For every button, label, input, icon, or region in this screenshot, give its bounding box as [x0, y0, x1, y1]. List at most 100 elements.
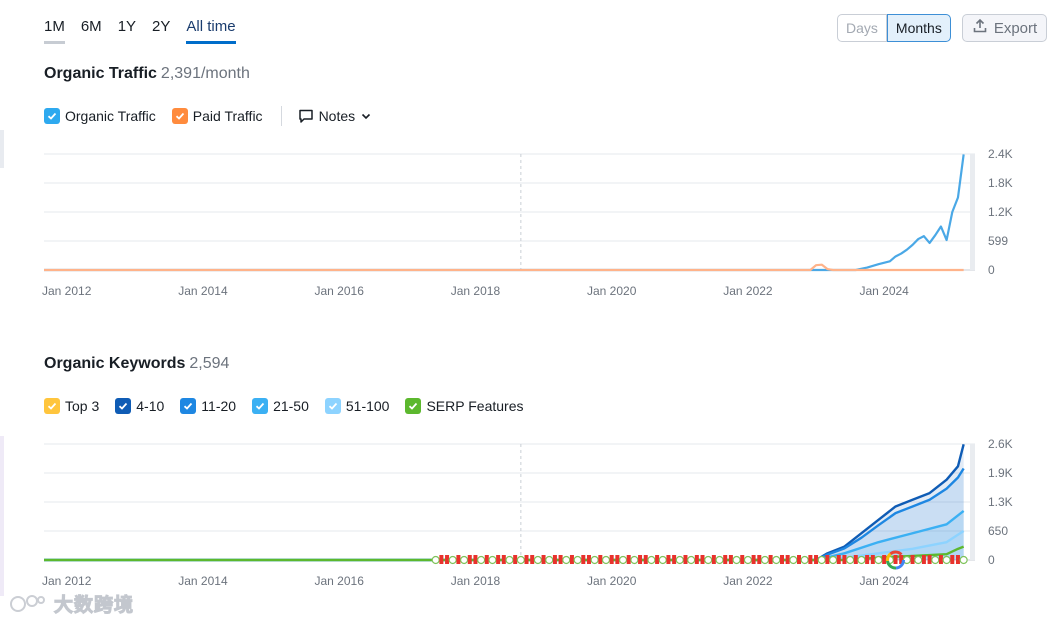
serp-circle-icon: [590, 555, 599, 565]
serp-circle-icon: [658, 555, 667, 565]
traffic-title: Organic Traffic: [44, 65, 157, 82]
serp-flag-icon: [910, 555, 915, 564]
serp-flag-icon: [672, 555, 677, 564]
serp-circle-icon: [959, 555, 968, 565]
current-period-band: [970, 444, 975, 560]
x-tick-label: Jan 2020: [587, 574, 637, 588]
serp-circle-icon: [704, 555, 713, 565]
series-line: [44, 467, 965, 562]
legend-11-20[interactable]: 11-20: [180, 398, 236, 414]
keywords-chart: 0 650 1.3K 1.9K 2.6K Jan 2012 Jan 2014 Jan 2016…: [42, 437, 1013, 588]
keywords-value: 2,594: [189, 355, 230, 372]
serp-flag-icon: [598, 555, 603, 564]
range-6m[interactable]: 6M: [81, 18, 102, 44]
series-area: [44, 468, 964, 560]
time-range-tabs: 1M 6M 1Y 2Y All time: [44, 18, 236, 44]
serp-flag-icon: [865, 555, 870, 564]
serp-flag-icon: [921, 555, 926, 564]
serp-flag-icon: [711, 555, 716, 564]
legend-paid-traffic[interactable]: Paid Traffic: [171, 108, 263, 124]
serp-circle-icon: [743, 555, 753, 565]
serp-circle-icon: [846, 555, 855, 565]
legend-51-100[interactable]: 51-100: [324, 398, 389, 414]
serp-circle-icon: [772, 555, 781, 565]
legend-11-20-label: 11-20: [201, 398, 237, 414]
x-tick-label: Jan 2020: [587, 284, 637, 298]
x-tick-label: Jan 2016: [314, 574, 364, 588]
checkbox-checked-icon: [252, 398, 269, 414]
checkbox-checked-icon: [171, 108, 188, 124]
serp-circle-icon: [488, 555, 497, 565]
export-button[interactable]: Export: [962, 14, 1047, 42]
serp-flag-icon: [524, 555, 529, 564]
serp-flag-icon: [439, 555, 444, 564]
legend-4-10-label: 4-10: [136, 398, 165, 414]
serp-circle-icon: [760, 555, 770, 565]
serp-circle-icon: [601, 555, 611, 565]
serp-flag-icon: [586, 555, 591, 564]
legend-top-3-label: Top 3: [65, 398, 100, 414]
notes-label: Notes: [318, 108, 356, 124]
serp-flag-icon: [836, 555, 841, 564]
serp-flag-icon: [694, 555, 699, 564]
serp-circle-icon: [448, 555, 457, 565]
range-1m[interactable]: 1M: [44, 18, 65, 44]
serp-flag-icon: [700, 555, 705, 564]
serp-flag-icon: [558, 555, 563, 564]
serp-circle-icon: [715, 555, 724, 565]
notes-dropdown[interactable]: Notes: [298, 108, 373, 124]
months-button[interactable]: Months: [886, 14, 951, 42]
legend-21-50[interactable]: 21-50: [252, 398, 309, 414]
brand-logo-icon: [10, 594, 45, 612]
y-tick-label: 1.3K: [988, 495, 1013, 509]
serp-flag-icon: [785, 555, 790, 564]
range-all-time[interactable]: All time: [186, 18, 236, 44]
x-tick-label: Jan 2014: [178, 284, 228, 298]
serp-flag-icon: [530, 555, 535, 564]
serp-flag-icon: [842, 555, 847, 564]
serp-circle-icon: [545, 555, 554, 565]
serp-circle-icon: [477, 555, 486, 565]
legend-serp-features[interactable]: SERP Features: [405, 398, 523, 414]
series-area: [44, 510, 964, 560]
legend-top-3[interactable]: Top 3: [44, 398, 99, 414]
range-1y[interactable]: 1Y: [118, 18, 136, 44]
checkbox-checked-icon: [44, 398, 60, 414]
serp-flag-icon: [955, 555, 960, 564]
serp-circle-icon: [675, 555, 684, 565]
serp-circle-icon: [687, 555, 696, 565]
serp-flag-icon: [666, 555, 671, 564]
serp-flag-icon: [473, 555, 478, 564]
y-tick-label: 2.6K: [988, 437, 1013, 451]
comment-icon: [298, 109, 313, 123]
serp-circle-icon: [630, 555, 639, 565]
legend-4-10[interactable]: 4-10: [115, 398, 164, 414]
y-tick-label: 1.9K: [988, 466, 1013, 480]
x-tick-label: Jan 2024: [859, 574, 909, 588]
serp-circle-icon: [647, 555, 656, 565]
x-tick-label: Jan 2012: [42, 284, 92, 298]
y-tick-label: 0: [988, 263, 995, 277]
serp-flag-icon: [740, 555, 745, 564]
serp-flag-icon: [882, 555, 887, 564]
traffic-legend: Organic Traffic Paid Traffic Notes: [44, 106, 372, 126]
serp-circle-icon: [942, 555, 951, 565]
serp-flag-icon: [569, 555, 574, 564]
range-2y[interactable]: 2Y: [152, 18, 170, 44]
y-tick-label: 1.8K: [988, 176, 1013, 190]
serp-flag-icon: [552, 555, 557, 564]
x-tick-label: Jan 2022: [723, 284, 773, 298]
legend-organic-traffic[interactable]: Organic Traffic: [44, 108, 156, 124]
serp-flag-icon: [643, 555, 648, 564]
watermark-text: 大数跨境: [53, 594, 135, 617]
serp-flag-icon: [950, 555, 955, 564]
traffic-value: 2,391/month: [160, 65, 250, 82]
serp-flag-icon: [893, 555, 898, 564]
upload-icon: [972, 18, 988, 38]
legend-serp-features-label: SERP Features: [426, 398, 524, 414]
serp-circle-icon: [857, 555, 866, 565]
watermark: 大数跨境: [8, 590, 134, 617]
days-button[interactable]: Days: [837, 14, 887, 42]
serp-flag-icon: [638, 555, 643, 564]
serp-circle-icon: [505, 555, 514, 565]
